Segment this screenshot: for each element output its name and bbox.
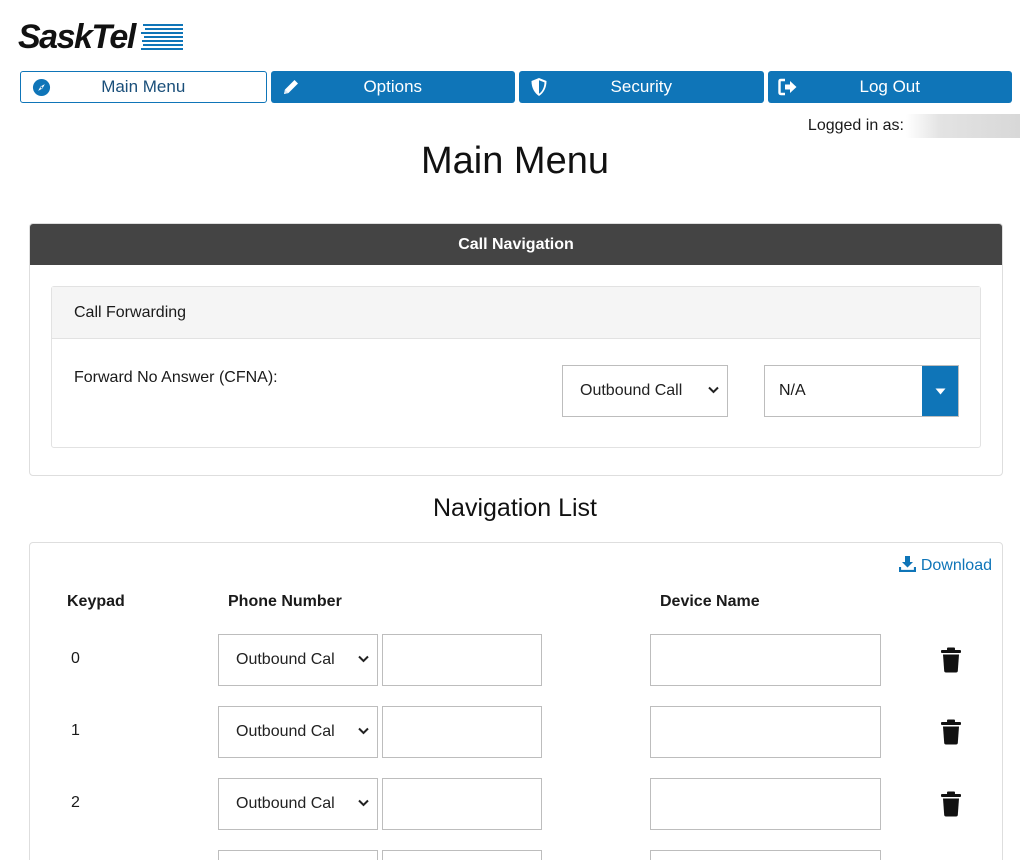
nav-logout-label: Log Out [859,77,921,96]
device-name-input[interactable] [650,778,881,830]
call-type-select[interactable]: Outbound Cal [218,778,378,830]
page-title: Main Menu [421,140,609,182]
chevron-down-icon [358,654,369,666]
chevron-down-icon [358,726,369,738]
trash-icon[interactable] [939,791,963,817]
nav-security-button[interactable]: Security [519,71,764,103]
navigation-list-card: Download Keypad Phone Number Device Name… [29,542,1003,860]
call-type-value: Outbound Cal [236,723,335,740]
trash-icon[interactable] [939,719,963,745]
keypad-digit: 0 [71,650,80,667]
caret-down-icon[interactable] [922,366,958,416]
call-type-value: Outbound Cal [236,651,335,668]
phone-number-input[interactable] [382,706,542,758]
shield-icon [529,77,549,97]
call-forwarding-title: Call Forwarding [52,287,980,339]
device-name-input[interactable] [650,634,881,686]
call-forwarding-panel: Call Forwarding Forward No Answer (CFNA)… [51,286,981,448]
download-link[interactable]: Download [898,555,992,577]
call-type-select[interactable]: Outbound Cal [218,706,378,758]
download-icon [898,555,916,577]
redacted-username [906,114,1020,138]
keypad-digit: 1 [71,722,80,739]
keypad-digit: 2 [71,794,80,811]
nav-options-button[interactable]: Options [270,71,515,103]
logo-lines-icon [140,24,183,50]
cfna-type-select[interactable]: Outbound Call [562,365,728,417]
sasktel-logo: SaskTel [18,20,183,54]
download-label: Download [920,557,992,574]
cfna-label: Forward No Answer (CFNA): [74,369,278,386]
call-navigation-header: Call Navigation [30,224,1002,265]
phone-number-input[interactable] [382,634,542,686]
table-row: 1 Outbound Cal [30,706,1004,758]
logged-in-indicator: Logged in as: [808,114,1020,138]
compass-icon [31,77,51,97]
pencil-icon [281,77,301,97]
call-type-select[interactable] [218,850,378,860]
nav-options-label: Options [363,77,423,96]
call-navigation-card: Call Navigation Call Forwarding Forward … [29,223,1003,476]
main-nav: Main Menu Options Security Log Out [20,71,1012,103]
device-name-column-header: Device Name [660,593,760,610]
call-type-value: Outbound Cal [236,795,335,812]
table-row [30,850,1004,860]
logo-text: SaskTel [18,18,136,56]
nav-logout-button[interactable]: Log Out [767,71,1012,103]
cfna-target-value: N/A [779,382,806,399]
cfna-type-value: Outbound Call [580,382,683,399]
table-row: 0 Outbound Cal [30,634,1004,686]
keypad-column-header: Keypad [67,593,125,610]
table-row: 2 Outbound Cal [30,778,1004,830]
phone-number-input[interactable] [382,850,542,860]
navigation-list-title: Navigation List [433,494,597,522]
sign-out-icon [777,77,798,97]
chevron-down-icon [708,385,719,397]
nav-main-menu-label: Main Menu [101,77,186,96]
chevron-down-icon [358,798,369,810]
logged-in-label: Logged in as: [807,117,904,134]
nav-main-menu-button[interactable]: Main Menu [20,71,267,103]
phone-number-column-header: Phone Number [228,593,342,610]
cfna-target-combobox[interactable]: N/A [764,365,959,417]
phone-number-input[interactable] [382,778,542,830]
nav-security-label: Security [610,77,672,96]
trash-icon[interactable] [939,647,963,673]
device-name-input[interactable] [650,850,881,860]
device-name-input[interactable] [650,706,881,758]
call-type-select[interactable]: Outbound Cal [218,634,378,686]
